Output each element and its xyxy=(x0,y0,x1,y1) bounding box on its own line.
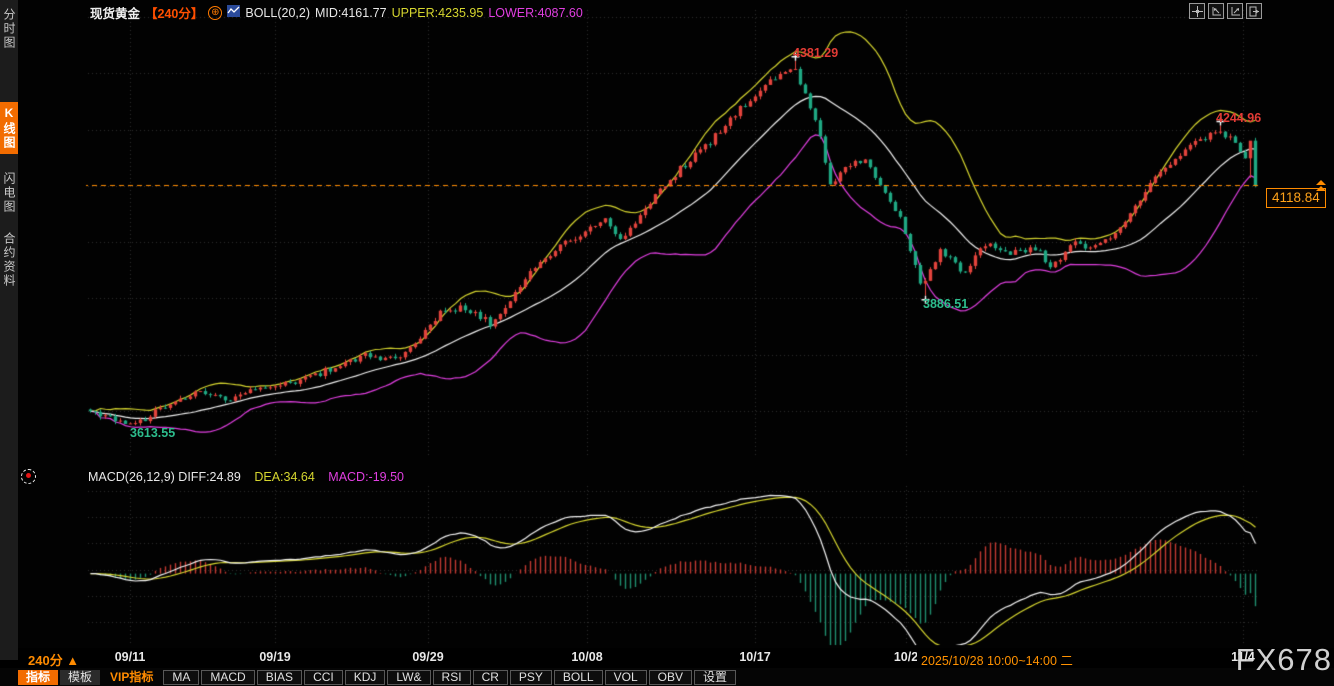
chart-tool-icons xyxy=(1189,3,1262,19)
sidebar-tab-4[interactable]: 合约资料 xyxy=(0,228,18,292)
toolbar-button-BOLL[interactable]: BOLL xyxy=(553,669,603,685)
axis-right-icon[interactable] xyxy=(1227,3,1243,19)
boll-upper-value: UPPER:4235.95 xyxy=(391,5,484,20)
peak-high-annotation: 4381.29 xyxy=(793,46,839,60)
chart-header: 现货黄金 【240分】 ⊕ BOLL(20,2) MID:4161.77 UPP… xyxy=(90,3,583,22)
toolbar-button-CCI[interactable]: CCI xyxy=(304,669,343,685)
toolbar-button-RSI[interactable]: RSI xyxy=(432,669,471,685)
trading-app-window: 分时图 K线图闪电图合约资料 现货黄金 【240分】 ⊕ BOLL(20,2) M… xyxy=(0,0,1334,686)
boll-mid-value: MID:4161.77 xyxy=(315,5,387,20)
pan-right-icon[interactable] xyxy=(1246,3,1262,19)
macd-value: MACD:-19.50 xyxy=(328,470,405,484)
indicator-toolbar: 指标 模板 VIP指标 MA MACD BIAS CCI KDJ LW& RSI CR PSY BOLL… xyxy=(0,668,1334,686)
date-label-09/19: 09/19 xyxy=(259,650,291,664)
toolbar-button-模板[interactable]: 模板 xyxy=(60,669,101,685)
date-label-10/17: 10/17 xyxy=(739,650,771,664)
boll-lower-value: LOWER:4087.60 xyxy=(488,5,583,20)
period-label: 【240分】 xyxy=(145,7,204,21)
kline-chart-canvas[interactable] xyxy=(0,0,1334,686)
date-label-09/11: 09/11 xyxy=(114,650,146,664)
toolbar-button-VIP指标[interactable]: VIP指标 xyxy=(102,670,161,685)
date-label-10/2: 10/2 xyxy=(893,650,919,664)
sidebar-tab-1[interactable]: 分时图 xyxy=(0,4,18,54)
fx678-watermark: FX678 xyxy=(1235,642,1332,677)
toolbar-button-MA[interactable]: MA xyxy=(163,669,200,685)
live-indicator-icon[interactable] xyxy=(21,469,36,484)
crosshair-icon[interactable] xyxy=(1189,3,1205,19)
toolbar-button-LW&[interactable]: LW& xyxy=(387,669,431,685)
toolbar-button-OBV[interactable]: OBV xyxy=(648,669,692,685)
early-low-annotation: 3613.55 xyxy=(130,426,176,440)
date-label-10/08: 10/08 xyxy=(571,650,603,664)
price-up-arrow-icon[interactable] xyxy=(1316,180,1328,192)
sidebar-tab-2[interactable]: K线图 xyxy=(0,102,18,154)
timeframe-label[interactable]: 240分 ▲ xyxy=(28,650,79,669)
toolbar-button-PSY[interactable]: PSY xyxy=(509,669,552,685)
toolbar-button-KDJ[interactable]: KDJ xyxy=(344,669,386,685)
date-label-09/29: 09/29 xyxy=(412,650,444,664)
toolbar-button-VOL[interactable]: VOL xyxy=(604,669,647,685)
axis-left-icon[interactable] xyxy=(1208,3,1224,19)
toolbar-button-CR[interactable]: CR xyxy=(472,669,508,685)
bar-time-tooltip: 2025/10/28 10:00~14:00 二 xyxy=(917,649,1077,670)
left-sidebar: 分时图 K线图闪电图合约资料 xyxy=(0,0,18,660)
toolbar-button-设置[interactable]: 设置 xyxy=(693,669,736,685)
mini-chart-icon xyxy=(227,5,241,20)
macd-diff-value: MACD(26,12,9) DIFF:24.89 xyxy=(88,470,241,484)
boll-label: BOLL(20,2) xyxy=(245,5,310,20)
toolbar-button-BIAS[interactable]: BIAS xyxy=(256,669,303,685)
symbol-title: 现货黄金 xyxy=(90,7,141,21)
circle-plus-icon[interactable]: ⊕ xyxy=(208,5,223,20)
toolbar-button-指标[interactable]: 指标 xyxy=(18,669,59,685)
toolbar-button-MACD[interactable]: MACD xyxy=(201,669,255,685)
macd-dea-value: DEA:34.64 xyxy=(254,470,315,484)
macd-header: MACD(26,12,9) DIFF:24.89 DEA:34.64 MACD:… xyxy=(88,470,404,484)
recent-high-annotation: 4244.96 xyxy=(1216,111,1262,125)
sidebar-tab-3[interactable]: 闪电图 xyxy=(0,168,18,218)
swing-low-annotation: 3886.51 xyxy=(923,297,969,311)
time-axis: 240分 ▲ 2025/10/28 10:00~14:00 二 09/11 09/… xyxy=(0,648,1334,670)
